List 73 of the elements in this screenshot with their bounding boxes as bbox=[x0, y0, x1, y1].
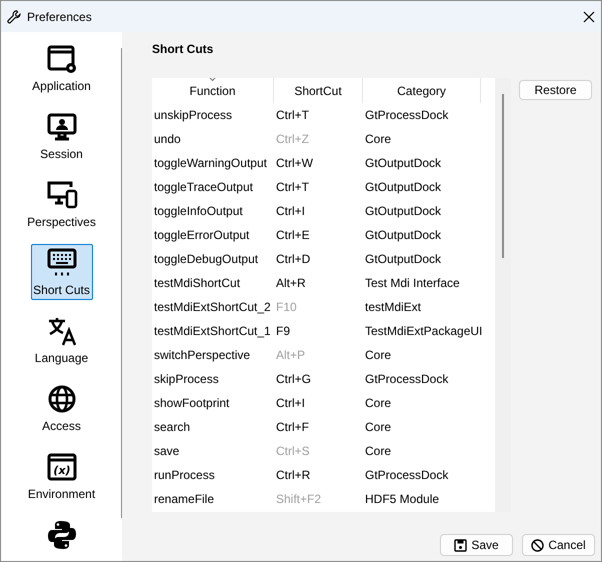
table-cell-text: Core bbox=[364, 131, 392, 148]
table-cell-text: Ctrl+T bbox=[275, 179, 310, 196]
table-cell-text: undo bbox=[153, 131, 182, 148]
table-cell-text: skipProcess bbox=[153, 371, 220, 388]
table-cell-text: Ctrl+I bbox=[275, 203, 306, 220]
table-cell-text: GtOutputDock bbox=[364, 227, 442, 244]
table-cell-text: Ctrl+R bbox=[275, 467, 312, 484]
table-cell-text: Shift+F2 bbox=[275, 491, 322, 508]
table-cell-text: Test Mdi Interface bbox=[364, 275, 461, 292]
table-cell-text: Ctrl+D bbox=[275, 251, 312, 268]
table-cell-text: HDF5 Module bbox=[364, 491, 440, 508]
table-cell-text: toggleErrorOutput bbox=[153, 227, 250, 244]
table-cell-text: GtOutputDock bbox=[364, 155, 442, 172]
table-cell-text: GtProcessDock bbox=[364, 467, 450, 484]
sidebar-item[interactable]: Language bbox=[30, 312, 92, 368]
monitor-phone-icon bbox=[46, 179, 78, 211]
table-cell-text: toggleDebugOutput bbox=[153, 251, 260, 268]
table-cell-text: GtProcessDock bbox=[364, 107, 450, 124]
table-cell-text: save bbox=[153, 443, 180, 460]
column-header[interactable]: ShortCut bbox=[274, 78, 363, 103]
column-header[interactable]: Category bbox=[363, 78, 481, 103]
table-cell-text: renameFile bbox=[153, 491, 216, 508]
table-cell-text: Alt+R bbox=[275, 275, 307, 292]
table-cell-text: Core bbox=[364, 419, 392, 436]
table-cell-text: Core bbox=[364, 395, 392, 412]
table-cell-text: Ctrl+G bbox=[275, 371, 312, 388]
variable-window-icon: (x) bbox=[46, 451, 78, 483]
table-cell-text: TestMdiExtPackageUI bbox=[364, 323, 481, 340]
save-icon bbox=[454, 538, 468, 552]
table-cell-text: Ctrl+W bbox=[275, 155, 314, 172]
table-cell-text: F10 bbox=[275, 299, 298, 316]
table-cell-text: Alt+P bbox=[275, 347, 306, 364]
globe-icon bbox=[46, 383, 78, 415]
save-button[interactable]: Save bbox=[440, 534, 513, 556]
table-cell-text: toggleInfoOutput bbox=[153, 203, 244, 220]
sidebar-item[interactable]: Application bbox=[30, 40, 92, 96]
window-title: Preferences bbox=[27, 8, 92, 26]
table-cell-text: Core bbox=[364, 347, 392, 364]
python-icon bbox=[46, 519, 78, 551]
sidebar-item[interactable]: Session bbox=[30, 108, 92, 164]
table-cell-text: GtOutputDock bbox=[364, 203, 442, 220]
cancel-icon bbox=[531, 538, 544, 552]
column-header[interactable]: Function bbox=[152, 78, 274, 103]
cancel-button[interactable]: Cancel bbox=[522, 534, 595, 556]
table-cell-text: Ctrl+F bbox=[275, 419, 310, 436]
table-cell-text: testMdiExt bbox=[364, 299, 422, 316]
page-title: Short Cuts bbox=[152, 41, 214, 58]
table-cell-text: testMdiShortCut bbox=[153, 275, 242, 292]
table-cell-text: Ctrl+Z bbox=[275, 131, 310, 148]
table-cell-text: GtOutputDock bbox=[364, 251, 442, 268]
sidebar-item[interactable]: Access bbox=[30, 380, 92, 436]
table-cell-text: Core bbox=[364, 443, 392, 460]
table-cell-text: testMdiExtShortCut_1 bbox=[153, 323, 272, 340]
table-cell-text: GtOutputDock bbox=[364, 179, 442, 196]
monitor-person-icon bbox=[46, 111, 78, 143]
table-cell-text: Ctrl+T bbox=[275, 107, 310, 124]
table-cell-text: search bbox=[153, 419, 192, 436]
table-cell-text: toggleWarningOutput bbox=[153, 155, 268, 172]
close-icon[interactable] bbox=[583, 10, 595, 22]
table-cell-text: unskipProcess bbox=[153, 107, 234, 124]
table-cell-text: Ctrl+E bbox=[275, 227, 311, 244]
table-cell-text: Ctrl+I bbox=[275, 395, 306, 412]
table-cell-text: GtProcessDock bbox=[364, 371, 450, 388]
wrench-icon bbox=[7, 10, 21, 24]
table-cell-text: F9 bbox=[275, 323, 292, 340]
table-cell-text: toggleTraceOutput bbox=[153, 179, 254, 196]
table-cell-text: switchPerspective bbox=[153, 347, 252, 364]
table-cell-text: Ctrl+S bbox=[275, 443, 311, 460]
table-cell-text: testMdiExtShortCut_2 bbox=[153, 299, 272, 316]
table-cell-text: runProcess bbox=[153, 467, 216, 484]
table-cell-text: showFootprint bbox=[153, 395, 230, 412]
restore-button[interactable]: Restore bbox=[519, 80, 592, 100]
sidebar-item[interactable]: Short Cuts bbox=[30, 244, 92, 300]
